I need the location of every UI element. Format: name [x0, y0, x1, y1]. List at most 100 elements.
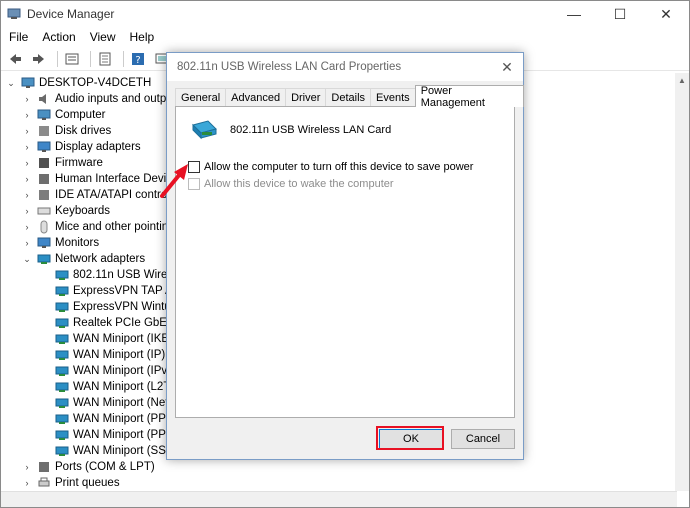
- computer-icon: [21, 77, 35, 88]
- hid-icon: [39, 174, 49, 184]
- tree-item-label: ExpressVPN Wintun: [73, 301, 178, 313]
- tab-events[interactable]: Events: [370, 88, 416, 107]
- tree-category[interactable]: › Keyboards: [21, 203, 110, 219]
- maximize-button[interactable]: ☐: [597, 1, 643, 27]
- network-adapter-item[interactable]: ExpressVPN Wintun: [55, 299, 177, 315]
- tree-category[interactable]: › Disk drives: [21, 123, 112, 139]
- tab-driver[interactable]: Driver: [285, 88, 327, 107]
- tree-item-label: WAN Miniport (PPTP: [73, 429, 181, 441]
- monitor-icon: [37, 237, 51, 248]
- collapse-arrow-icon[interactable]: ›: [21, 93, 33, 105]
- menu-file[interactable]: File: [5, 30, 32, 44]
- collapse-arrow-icon[interactable]: ›: [21, 221, 33, 233]
- dialog-tabs: General Advanced Driver Details Events P…: [175, 85, 524, 109]
- collapse-arrow-icon[interactable]: ›: [21, 461, 33, 473]
- tree-item-label: Mice and other pointing: [55, 221, 175, 233]
- menu-help[interactable]: Help: [126, 30, 159, 44]
- tree-category[interactable]: ⌄ Network adapters: [21, 251, 145, 267]
- keyboard-icon: [37, 207, 51, 215]
- tree-category[interactable]: › Computer: [21, 107, 106, 123]
- allow-turn-off-row[interactable]: Allow the computer to turn off this devi…: [188, 161, 473, 173]
- cancel-button[interactable]: Cancel: [451, 429, 515, 449]
- horizontal-scrollbar[interactable]: [1, 491, 677, 507]
- device-header: 802.11n USB Wireless LAN Card: [190, 117, 391, 143]
- network-icon: [55, 430, 69, 440]
- collapse-arrow-icon[interactable]: ›: [21, 237, 33, 249]
- chip-icon: [39, 158, 49, 168]
- collapse-arrow-icon[interactable]: ›: [21, 141, 33, 153]
- back-icon[interactable]: [5, 49, 25, 69]
- tree-category[interactable]: › IDE ATA/ATAPI controll: [21, 187, 173, 203]
- collapse-arrow-icon[interactable]: ›: [21, 189, 33, 201]
- tree-item-label: Firmware: [55, 157, 103, 169]
- tree-category[interactable]: › Human Interface Device: [21, 171, 179, 187]
- menu-view[interactable]: View: [86, 30, 120, 44]
- tree-category[interactable]: › Display adapters: [21, 139, 141, 155]
- tab-power-management[interactable]: Power Management: [414, 85, 524, 109]
- properties-dialog: 802.11n USB Wireless LAN Card Properties…: [166, 52, 524, 460]
- tree-item-label: Print queues: [55, 477, 120, 489]
- tree-item-label: WAN Miniport (L2TP: [73, 381, 179, 393]
- tab-advanced[interactable]: Advanced: [225, 88, 287, 107]
- tree-item-label: WAN Miniport (Netw: [73, 397, 177, 409]
- list-view-icon[interactable]: [95, 49, 115, 69]
- power-management-panel: 802.11n USB Wireless LAN Card Allow the …: [175, 106, 515, 418]
- device-manager-icon: [7, 8, 21, 19]
- scroll-up-icon[interactable]: ▲: [675, 73, 689, 87]
- network-icon: [55, 270, 69, 280]
- allow-wake-row: Allow this device to wake the computer: [188, 178, 394, 190]
- network-adapter-item[interactable]: WAN Miniport (L2TP: [55, 379, 178, 395]
- device-name: 802.11n USB Wireless LAN Card: [230, 124, 392, 136]
- collapse-arrow-icon[interactable]: ›: [21, 125, 33, 137]
- network-adapter-item[interactable]: 802.11n USB Wireles: [55, 267, 182, 283]
- collapse-arrow-icon[interactable]: ›: [21, 157, 33, 169]
- vertical-scrollbar[interactable]: ▲: [675, 73, 689, 491]
- tree-category[interactable]: › Mice and other pointing: [21, 219, 175, 235]
- tree-category[interactable]: › Audio inputs and outpu: [21, 91, 173, 107]
- collapse-arrow-icon[interactable]: ›: [21, 109, 33, 121]
- network-icon: [37, 254, 51, 264]
- close-button[interactable]: ✕: [643, 1, 689, 27]
- help-icon[interactable]: ?: [128, 49, 148, 69]
- toolbar-separator: [123, 50, 124, 67]
- minimize-button[interactable]: —: [551, 1, 597, 27]
- tree-category[interactable]: › Print queues: [21, 475, 120, 491]
- collapse-arrow-icon[interactable]: ›: [21, 477, 33, 489]
- forward-icon[interactable]: [29, 49, 49, 69]
- svg-text:?: ?: [135, 55, 140, 66]
- printer-icon: [38, 477, 50, 487]
- network-adapter-item[interactable]: WAN Miniport (IPv6: [55, 363, 174, 379]
- tab-details[interactable]: Details: [325, 88, 372, 107]
- tree-category[interactable]: › Monitors: [21, 235, 100, 251]
- network-icon: [55, 286, 69, 296]
- red-arrow-icon: [160, 164, 188, 198]
- network-icon: [55, 350, 69, 360]
- network-adapter-item[interactable]: WAN Miniport (SSTP: [55, 443, 181, 459]
- tree-category[interactable]: › Ports (COM & LPT): [21, 459, 155, 475]
- tab-general[interactable]: General: [175, 88, 227, 107]
- tree-item-label: Monitors: [55, 237, 100, 249]
- properties-view-icon[interactable]: [62, 49, 82, 69]
- network-adapter-item[interactable]: WAN Miniport (Netw: [55, 395, 177, 411]
- collapse-arrow-icon[interactable]: ›: [21, 173, 33, 185]
- dialog-title: 802.11n USB Wireless LAN Card Properties: [177, 61, 402, 73]
- dialog-close-button[interactable]: ✕: [499, 59, 515, 75]
- expand-arrow-icon[interactable]: ⌄: [21, 253, 33, 265]
- tree-root[interactable]: ⌄ DESKTOP-V4DCETH: [5, 75, 151, 91]
- network-adapter-item[interactable]: WAN Miniport (PPTP: [55, 427, 181, 443]
- network-adapter-item[interactable]: WAN Miniport (IKEv: [55, 331, 175, 347]
- network-adapter-item[interactable]: WAN Miniport (IP): [55, 347, 165, 363]
- mouse-icon: [40, 220, 48, 234]
- network-adapter-item[interactable]: WAN Miniport (PPPO: [55, 411, 182, 427]
- collapse-arrow-icon[interactable]: ›: [21, 205, 33, 217]
- allow-turn-off-label[interactable]: Allow the computer to turn off this devi…: [204, 161, 473, 173]
- dialog-titlebar: 802.11n USB Wireless LAN Card Properties…: [167, 53, 523, 81]
- tree-item-label: Computer: [55, 109, 106, 121]
- expand-arrow-icon[interactable]: ⌄: [5, 77, 17, 89]
- disk-icon: [39, 126, 49, 136]
- tree-item-label: DESKTOP-V4DCETH: [39, 77, 152, 89]
- menu-action[interactable]: Action: [38, 30, 79, 44]
- ok-highlight-box: [376, 426, 444, 450]
- network-adapter-item[interactable]: Realtek PCIe GbE Fa: [55, 315, 184, 331]
- tree-category[interactable]: › Firmware: [21, 155, 103, 171]
